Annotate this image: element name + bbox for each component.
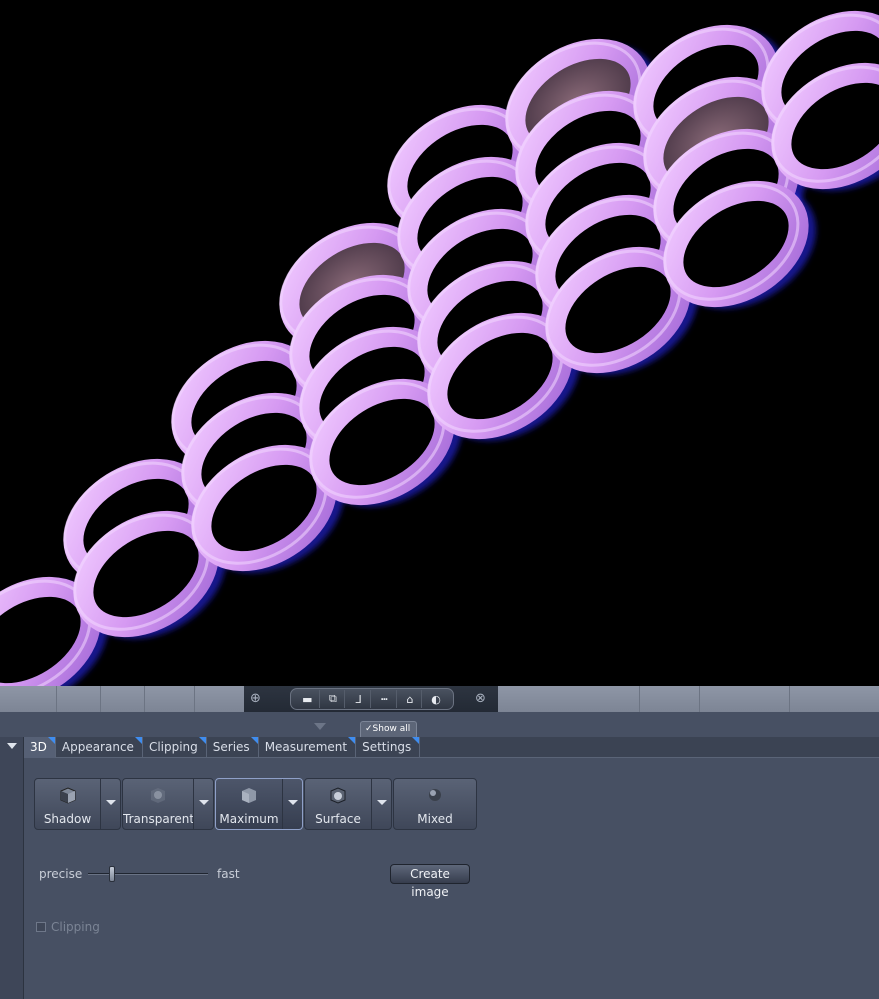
tab-content-3d: Shadow Transparent Maximum Surface Mixed pre…	[25, 759, 879, 999]
cube-surface-icon	[328, 785, 348, 805]
tab-measurement[interactable]: Measurement	[259, 737, 357, 758]
strip-segment	[101, 686, 145, 712]
cube-maximum-icon	[239, 785, 259, 805]
ruler-horizontal-icon[interactable]: ▬	[296, 690, 320, 708]
tab-3d[interactable]: 3D	[24, 737, 56, 758]
home-icon[interactable]: ⌂	[398, 690, 423, 708]
3d-settings-panel: ✓Show all 3D Appearance Clipping Series Meas…	[0, 712, 879, 999]
transparent-mode-main[interactable]: Transparent	[123, 779, 193, 829]
rotate-view-icon[interactable]: ⊕	[250, 691, 261, 706]
mode-label: Surface	[315, 812, 361, 826]
honeycomb-render	[0, 10, 879, 686]
create-image-button[interactable]: Create image	[390, 864, 470, 899]
cube-shadow-icon	[58, 785, 78, 805]
tab-clipping[interactable]: Clipping	[143, 737, 207, 758]
mode-label: Maximum	[219, 812, 279, 826]
check-icon: ✓	[365, 724, 373, 734]
quality-max-label: fast	[217, 867, 240, 881]
tab-series[interactable]: Series	[207, 737, 259, 758]
side-collapse-column[interactable]	[0, 737, 24, 999]
tab-appearance[interactable]: Appearance	[56, 737, 143, 758]
mixed-mode-button[interactable]: Mixed	[393, 778, 477, 830]
strip-segment	[640, 686, 700, 712]
chevron-down-icon[interactable]	[7, 743, 17, 749]
quality-min-label: precise	[39, 867, 83, 881]
tab-settings[interactable]: Settings	[356, 737, 421, 758]
strip-segment	[145, 686, 195, 712]
strip-segment	[700, 686, 790, 712]
chevron-down-icon[interactable]	[193, 779, 213, 829]
surface-mode-main[interactable]: Surface	[305, 779, 371, 829]
shadow-mode-main[interactable]: Shadow	[35, 779, 100, 829]
chevron-down-icon[interactable]	[282, 779, 302, 829]
maximum-mode-button[interactable]: Maximum	[215, 778, 303, 830]
light-sphere-icon[interactable]: ◐	[424, 690, 448, 708]
mode-label: Transparent	[123, 812, 193, 826]
axis-icon[interactable]: ⅃	[347, 690, 372, 708]
render-mode-group: Shadow Transparent Maximum Surface Mixed	[34, 778, 478, 830]
3d-viewport[interactable]	[0, 0, 879, 686]
clipping-checkbox-row[interactable]: Clipping	[36, 920, 100, 934]
strip-segment	[0, 686, 57, 712]
view-tools-group: ▬ ⧉ ⅃ ┅ ⌂ ◐	[290, 688, 454, 710]
maximum-mode-main[interactable]: Maximum	[216, 779, 282, 829]
show-all-toggle[interactable]: ✓Show all	[360, 721, 418, 737]
mode-label: Shadow	[43, 812, 92, 826]
bounding-box-icon[interactable]: ⧉	[321, 690, 346, 708]
scale-bar-icon[interactable]: ┅	[373, 690, 397, 708]
transparent-mode-button[interactable]: Transparent	[122, 778, 214, 830]
collapse-panel-icon[interactable]	[314, 723, 326, 730]
strip-segment	[560, 686, 640, 712]
mesh-body	[0, 10, 879, 686]
mixed-mode-main[interactable]: Mixed	[394, 779, 476, 829]
clipping-label: Clipping	[51, 920, 100, 934]
sphere-mixed-icon	[425, 785, 445, 805]
quality-slider-thumb[interactable]	[109, 866, 115, 882]
chevron-down-icon[interactable]	[100, 779, 120, 829]
mode-label: Mixed	[417, 812, 453, 826]
quality-slider[interactable]	[88, 866, 208, 882]
shadow-mode-button[interactable]: Shadow	[34, 778, 121, 830]
strip-segment	[57, 686, 101, 712]
show-all-label: Show all	[372, 724, 411, 734]
cube-transparent-icon	[148, 785, 168, 805]
viewer-control-strip: ⊕ ▬ ⧉ ⅃ ┅ ⌂ ◐ ⊗	[0, 686, 879, 712]
tab-bar: 3D Appearance Clipping Series Measurement Set…	[24, 737, 879, 758]
chevron-down-icon[interactable]	[371, 779, 391, 829]
clipping-checkbox[interactable]	[36, 922, 46, 932]
pin-icon[interactable]: ⊗	[475, 691, 486, 706]
surface-mode-button[interactable]: Surface	[304, 778, 392, 830]
